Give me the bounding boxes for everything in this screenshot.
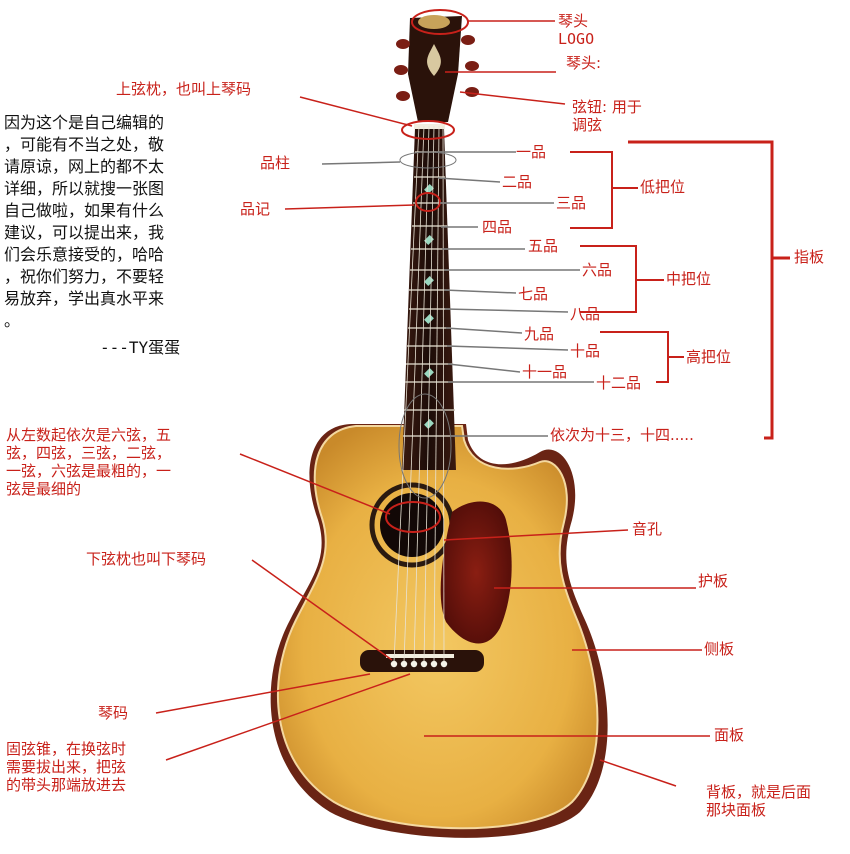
- label-headstock-logo: 琴头 LOGO: [558, 12, 595, 48]
- label-top: 面板: [714, 726, 745, 744]
- label-saddle: 下弦枕也叫下琴码: [86, 550, 207, 568]
- label-fret-12: 十二品: [596, 374, 642, 392]
- label-frets: 品柱: [260, 154, 291, 172]
- bridge-shape: [360, 650, 484, 672]
- label-sides: 侧板: [704, 640, 735, 658]
- label-bridge-pins: 固弦锥，在换弦时 需要拔出来，把弦 的带头那端放进去: [6, 740, 127, 794]
- label-back: 背板，就是后面 那块面板: [706, 783, 812, 819]
- label-fret-2: 二品: [502, 173, 533, 191]
- label-fret-9: 九品: [524, 325, 555, 343]
- author-signature: ---TY蛋蛋: [100, 338, 181, 357]
- guitar-top: [276, 425, 599, 830]
- label-pickguard: 护板: [698, 572, 729, 590]
- pickguard-shape: [440, 501, 512, 644]
- label-soundhole: 音孔: [632, 520, 663, 538]
- author-note: 因为这个是自己编辑的 ，可能有不当之处，敬 请原谅，网上的都不太 详细，所以就搜…: [4, 113, 165, 330]
- logo-shape: [418, 15, 450, 29]
- label-low-position: 低把位: [640, 178, 686, 196]
- label-fret-1: 一品: [516, 143, 547, 161]
- label-nut: 上弦枕，也叫上琴码: [116, 80, 252, 98]
- label-inlay: 品记: [240, 200, 271, 218]
- guitar-diagram: 因为这个是自己编辑的 ，可能有不当之处，敬 请原谅，网上的都不太 详细，所以就搜…: [0, 0, 850, 850]
- label-fret-5: 五品: [528, 237, 559, 255]
- label-headstock: 琴头:: [566, 54, 602, 72]
- label-mid-position: 中把位: [666, 270, 712, 288]
- label-strings: 从左数起依次是六弦，五 弦，四弦，三弦，二弦， 一弦，六弦是最粗的，一 弦是最细…: [6, 426, 172, 498]
- label-tuners: 弦钮: 用于 调弦: [572, 98, 642, 134]
- label-fret-6: 六品: [582, 261, 613, 279]
- label-fret-13-14: 依次为十三，十四.....: [550, 426, 694, 444]
- label-fret-7: 七品: [518, 285, 549, 303]
- label-fret-4: 四品: [482, 218, 513, 236]
- label-high-position: 高把位: [686, 348, 732, 366]
- label-bridge: 琴码: [98, 704, 129, 722]
- label-fret-10: 十品: [570, 342, 601, 360]
- label-fret-11: 十一品: [522, 363, 568, 381]
- label-fret-8: 八品: [570, 305, 601, 323]
- label-fingerboard: 指板: [794, 248, 825, 266]
- label-fret-3: 三品: [556, 194, 587, 212]
